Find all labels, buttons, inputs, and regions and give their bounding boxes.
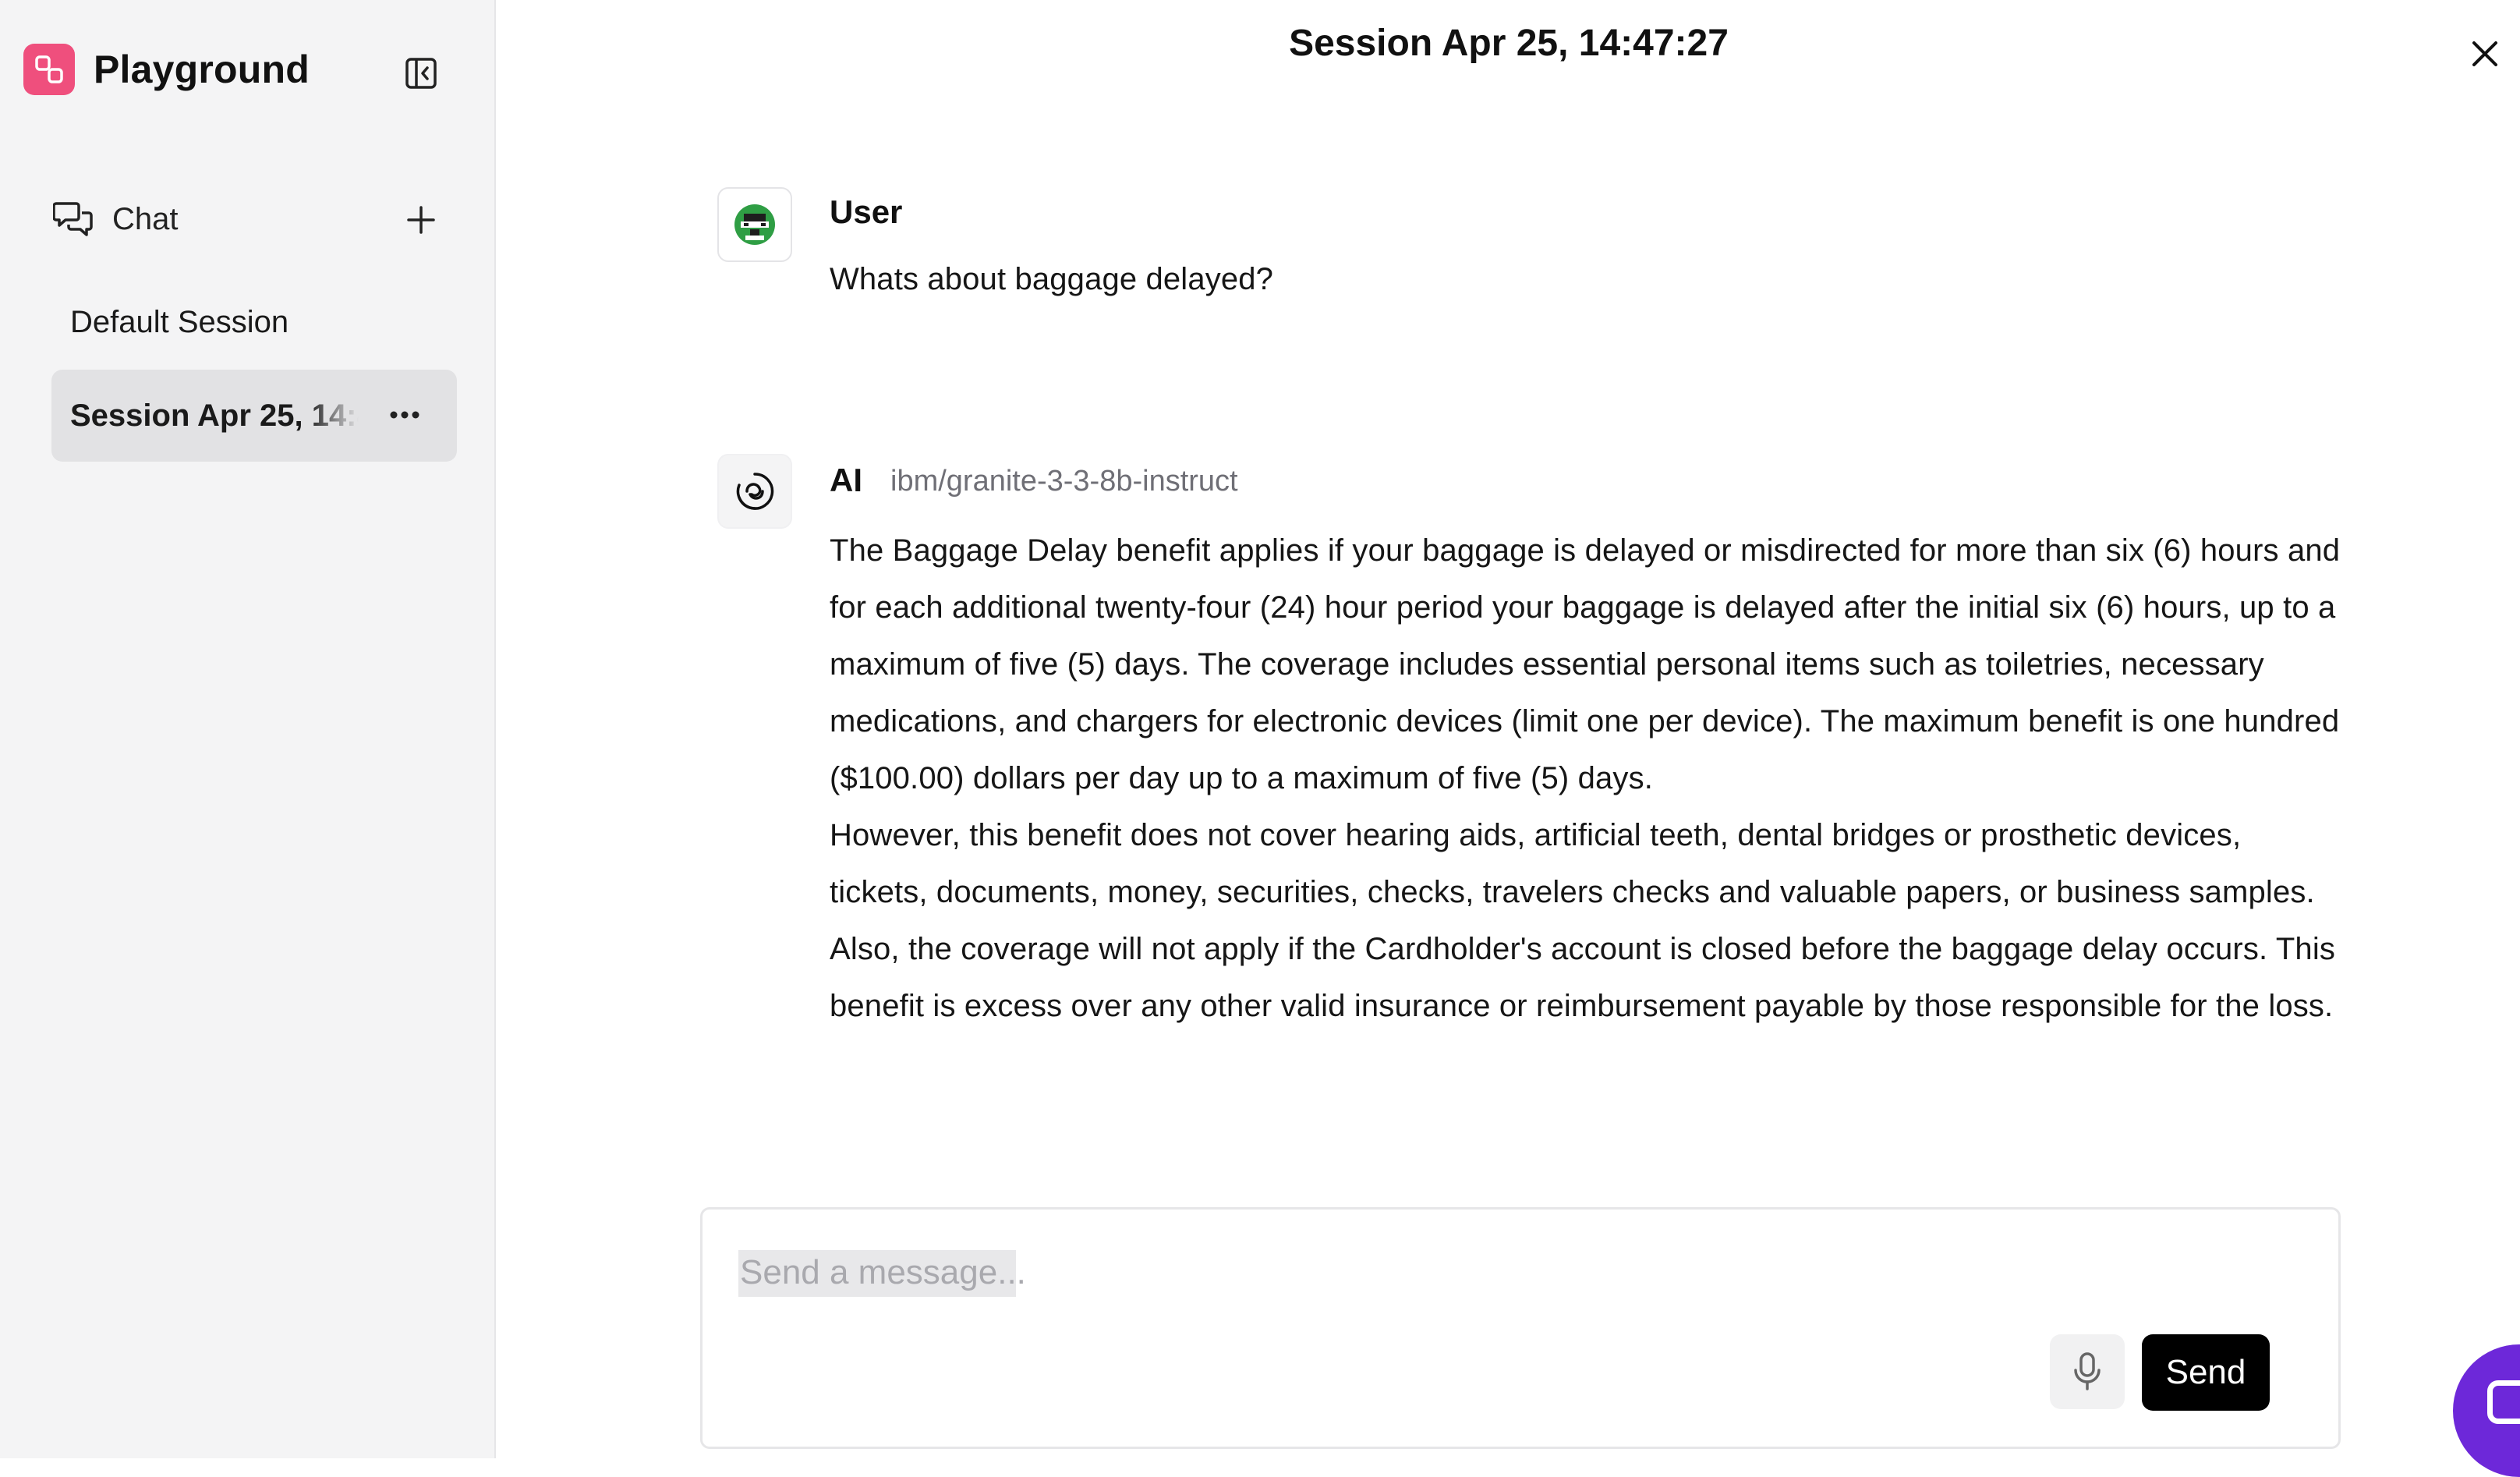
ai-avatar	[717, 454, 792, 529]
chat-bubbles-icon	[51, 197, 95, 241]
message-input[interactable]	[740, 1247, 2221, 1298]
sidebar: Playground Chat Default Session Session …	[0, 0, 496, 1458]
user-avatar	[717, 187, 792, 262]
send-button[interactable]: Send	[2142, 1334, 2270, 1411]
close-button[interactable]	[2461, 30, 2509, 78]
microphone-icon	[2074, 1352, 2101, 1390]
chat-main: Session Apr 25, 14:47:27 User Whats abou…	[497, 0, 2520, 1458]
chat-section-header[interactable]: Chat	[51, 193, 452, 245]
model-name: ibm/granite-3-3-8b-instruct	[890, 465, 1238, 498]
message-author: AI	[830, 462, 862, 498]
user-avatar-icon	[734, 204, 775, 245]
session-item-default[interactable]: Default Session	[51, 276, 457, 368]
app-title: Playground	[94, 48, 310, 91]
sidebar-collapse-button[interactable]	[401, 53, 441, 94]
message-author: User	[830, 193, 903, 230]
session-item-active[interactable]: Session Apr 25, 14:47:27	[51, 370, 457, 462]
chat-launcher-icon	[2487, 1380, 2520, 1424]
brand: Playground	[23, 44, 310, 95]
chat-label: Chat	[112, 201, 179, 236]
ai-message-paragraph: However, this benefit does not cover hea…	[830, 818, 2336, 1023]
session-label: Default Session	[70, 304, 289, 339]
new-chat-button[interactable]	[396, 197, 446, 243]
ellipsis-icon	[390, 411, 419, 419]
plus-icon	[407, 206, 435, 234]
ai-message-paragraph: The Baggage Delay benefit applies if you…	[830, 533, 2341, 795]
ai-avatar-icon	[736, 473, 774, 510]
microphone-button[interactable]	[2050, 1334, 2125, 1409]
sidebar-collapse-icon	[405, 58, 437, 89]
session-menu-button[interactable]	[380, 393, 429, 437]
ai-message-text: The Baggage Delay benefit applies if you…	[830, 522, 2342, 1035]
session-label: Session Apr 25, 14:47:27	[70, 398, 359, 433]
user-message-text: Whats about baggage delayed?	[830, 262, 1274, 296]
page-title: Session Apr 25, 14:47:27	[1289, 23, 1729, 64]
message-composer: Send	[700, 1207, 2341, 1449]
playground-logo-icon	[23, 44, 75, 95]
close-icon	[2472, 41, 2497, 66]
